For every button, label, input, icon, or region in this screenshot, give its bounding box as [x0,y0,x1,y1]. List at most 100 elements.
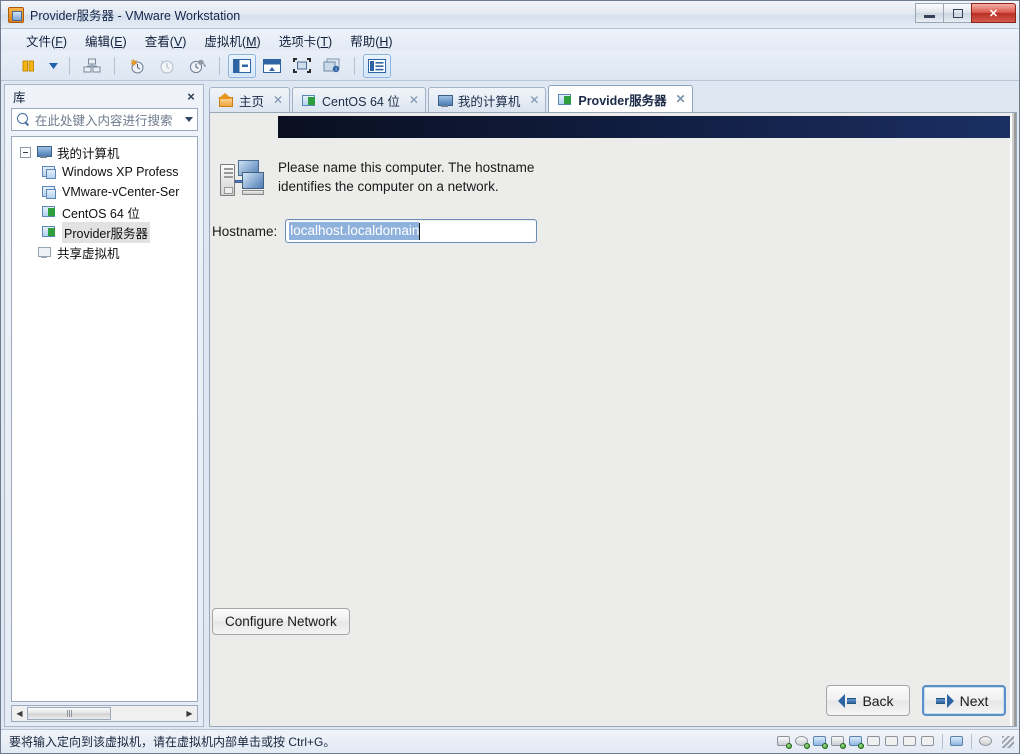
menu-edit[interactable]: 编辑(E) [76,29,136,52]
hard-disk-icon[interactable] [776,734,792,749]
search-input[interactable]: 在此处键入内容进行搜索 [11,108,198,131]
minimize-button[interactable] [915,3,944,23]
network-adapter-icon[interactable] [812,734,828,749]
tree-item-shared-vms[interactable]: 共享虚拟机 [12,242,197,262]
camera-icon[interactable] [884,734,900,749]
console-view-button[interactable] [363,53,391,78]
menu-vm[interactable]: 虚拟机(M) [195,29,269,52]
tree-item-label: 我的计算机 [57,146,120,161]
close-icon[interactable]: ✕ [527,93,541,107]
toolbar: i [1,51,1019,81]
my-computer-icon [437,93,453,107]
library-horizontal-scrollbar[interactable]: ◀ ▶ [11,705,198,722]
tab-label: 我的计算机 [457,94,521,109]
tab-my-computer[interactable]: 我的计算机 ✕ [427,87,547,112]
show-library-button[interactable] [228,53,256,78]
chevron-down-icon[interactable] [185,117,193,122]
hostname-input[interactable]: localhost.localdomain [285,219,538,243]
vm-icon [41,164,57,180]
tree-item-label: Provider服务器 [62,221,151,243]
status-message: 要将输入定向到该虚拟机，请在虚拟机内部单击或按 Ctrl+G。 [9,735,336,749]
close-icon[interactable]: ✕ [407,93,421,107]
vm-running-icon [41,224,57,240]
vmware-icon [8,6,24,23]
message-log-icon[interactable] [949,734,965,749]
vm-console-view[interactable]: Please name this computer. The hostname … [209,112,1017,727]
serial-port-icon[interactable] [902,734,918,749]
menu-help[interactable]: 帮助(H) [341,29,401,52]
vm-error-icon[interactable] [978,734,994,749]
configure-network-button[interactable]: Configure Network [212,608,350,635]
window-title: Provider服务器 - VMware Workstation [30,9,241,23]
printer-icon[interactable] [830,734,846,749]
tree-item-vcenter-server[interactable]: VMware-vCenter-Ser [12,182,197,202]
shared-vms-icon [36,244,52,260]
hostname-prompt-text: Please name this computer. The hostname … [278,160,535,194]
tab-label: 主页 [239,94,265,109]
wizard-buttons: Back Next [826,685,1006,716]
vmware-workstation-window: Provider服务器 - VMware Workstation ✕ 文件(F)… [0,0,1020,754]
take-snapshot-button[interactable] [123,54,151,78]
unity-mode-button[interactable]: i [318,54,346,78]
close-icon[interactable]: ✕ [271,93,285,107]
show-thumbnail-bar-button[interactable] [258,54,286,78]
maximize-button[interactable] [943,3,972,23]
snapshot-manager-button[interactable] [183,54,211,78]
menu-file[interactable]: 文件(F) [17,29,76,52]
installer-banner [278,116,1014,138]
sound-card-icon[interactable] [848,734,864,749]
svg-text:i: i [335,67,336,73]
vm-tree-panel[interactable]: 我的计算机 Windows XP Profess VMware-vCenter-… [11,136,198,702]
status-separator [971,734,972,749]
tab-home[interactable]: 主页 ✕ [209,87,291,112]
power-dropdown-caret[interactable] [45,54,61,78]
scroll-right-icon[interactable]: ▶ [182,706,197,721]
menu-file-label: 文件 [26,34,52,49]
back-button[interactable]: Back [826,685,910,716]
close-icon[interactable]: × [183,88,199,104]
status-bar: 要将输入定向到该虚拟机，请在虚拟机内部单击或按 Ctrl+G。 [1,729,1019,753]
tree-item-centos64[interactable]: CentOS 64 位 [12,202,197,222]
hostname-label: Hostname: [212,223,278,239]
scroll-left-icon[interactable]: ◀ [12,706,27,721]
text-caret [419,222,421,240]
vm-running-icon [301,93,317,107]
main-area: 主页 ✕ CentOS 64 位 ✕ 我的计算机 ✕ Provider服务器 ✕ [209,84,1017,727]
library-header: 库 × [5,85,203,107]
search-placeholder: 在此处键入内容进行搜索 [35,114,173,128]
vm-icon [41,184,57,200]
scrollbar-thumb[interactable] [27,707,111,720]
close-button[interactable]: ✕ [971,3,1016,23]
search-icon [17,113,30,126]
menu-help-label: 帮助 [350,34,376,49]
tree-item-my-computer[interactable]: 我的计算机 [12,142,197,162]
toolbar-separator [69,56,70,75]
tab-strip: 主页 ✕ CentOS 64 位 ✕ 我的计算机 ✕ Provider服务器 ✕ [209,84,1017,112]
tree-item-provider-server[interactable]: Provider服务器 [12,221,197,243]
enter-fullscreen-button[interactable] [288,54,316,78]
tree-item-label: VMware-vCenter-Ser [62,185,180,199]
library-title: 库 [13,90,26,105]
usb-controller-icon[interactable] [866,734,882,749]
arrow-left-icon [838,693,857,708]
next-button[interactable]: Next [922,685,1006,716]
menu-tabs[interactable]: 选项卡(T) [270,29,342,52]
vm-running-icon [41,204,57,220]
toolbar-separator [219,56,220,75]
cd-dvd-icon[interactable] [794,734,810,749]
close-icon[interactable]: ✕ [674,92,688,106]
manage-snapshots-button[interactable] [78,54,106,78]
menu-view[interactable]: 查看(V) [136,29,196,52]
tab-centos64[interactable]: CentOS 64 位 ✕ [292,87,426,112]
vm-running-icon [557,92,573,106]
status-separator [942,734,943,749]
computer-network-icon [220,160,264,198]
collapse-icon[interactable] [20,146,31,158]
display-icon[interactable] [920,734,936,749]
resize-grip[interactable] [1001,735,1015,749]
revert-snapshot-button[interactable] [153,54,181,78]
power-button[interactable] [15,54,43,78]
hostname-row: Hostname: localhost.localdomain [212,219,538,243]
tab-provider-server[interactable]: Provider服务器 ✕ [548,85,693,112]
tree-item-windows-xp[interactable]: Windows XP Profess [12,162,197,182]
